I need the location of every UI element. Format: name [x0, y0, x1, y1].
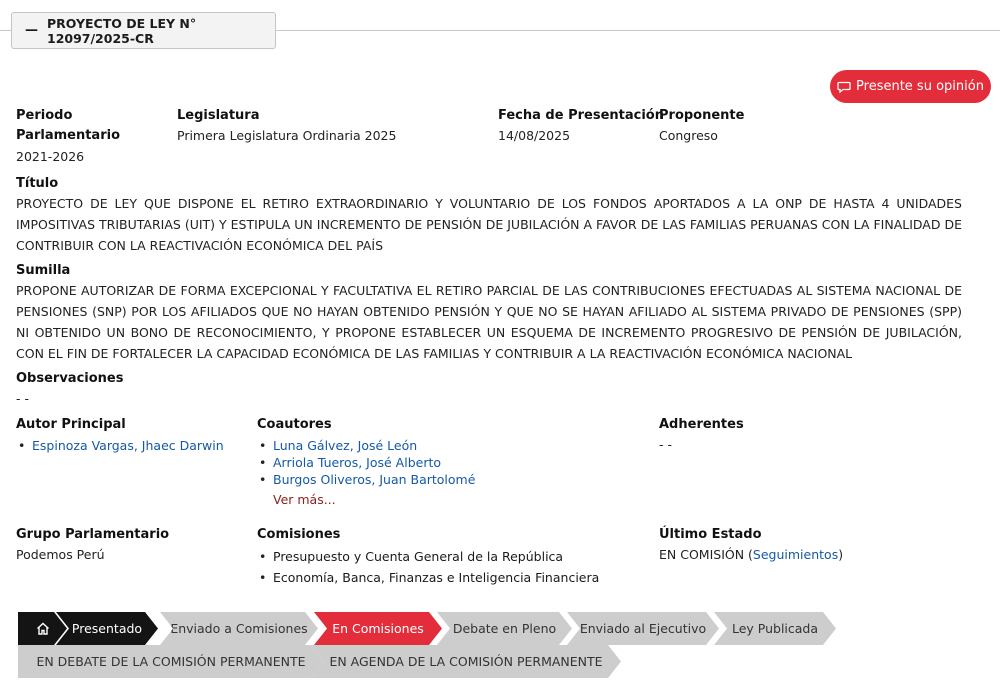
sumilla-text: PROPONE AUTORIZAR DE FORMA EXCEPCIONAL Y…	[16, 283, 962, 361]
step-enviado-comisiones[interactable]: Enviado a Comisiones	[160, 612, 318, 645]
opinion-button[interactable]: Presente su opinión	[830, 70, 991, 103]
periodo-label-2: Parlamentario	[16, 128, 120, 143]
bill-title: PROYECTO DE LEY N° 12097/2025-CR	[47, 15, 197, 46]
comisiones-list: Presupuesto y Cuenta General de la Repúb…	[257, 546, 599, 588]
coautores-label: Coautores	[257, 417, 332, 432]
step-en-comisiones[interactable]: En Comisiones	[314, 612, 442, 645]
opinion-button-label: Presente su opinión	[856, 79, 984, 94]
ver-mas-link[interactable]: Ver más...	[273, 492, 336, 507]
coautor-link[interactable]: Arriola Tueros, José Alberto	[257, 454, 475, 471]
autor-link[interactable]: Espinoza Vargas, Jhaec Darwin	[16, 437, 224, 454]
step-presentado[interactable]: Presentado	[56, 612, 158, 645]
chat-icon	[837, 80, 851, 94]
step-enviado-ejecutivo[interactable]: Enviado al Ejecutivo	[567, 612, 719, 645]
legislatura-label: Legislatura	[177, 108, 260, 123]
autor-label: Autor Principal	[16, 417, 126, 432]
periodo-value: 2021-2026	[16, 149, 85, 164]
fecha-value: 14/08/2025	[498, 128, 571, 143]
step-debate-comision-permanente[interactable]: EN DEBATE DE LA COMISIÓN PERMANENTE	[18, 645, 324, 678]
observaciones-label: Observaciones	[16, 371, 124, 386]
autor-list: Espinoza Vargas, Jhaec Darwin	[16, 437, 224, 454]
comisiones-label: Comisiones	[257, 527, 341, 542]
estado-text: EN COMISIÓN (	[659, 547, 753, 562]
observaciones-value: - -	[16, 391, 29, 406]
coautores-list: Luna Gálvez, José León Arriola Tueros, J…	[257, 437, 475, 488]
estado-label: Último Estado	[659, 527, 762, 542]
collapse-icon[interactable]: —	[25, 23, 38, 38]
titulo-label: Título	[16, 176, 59, 191]
estado-value: EN COMISIÓN (Seguimientos)	[659, 545, 843, 565]
grupo-value: Podemos Perú	[16, 547, 105, 562]
coautor-link[interactable]: Luna Gálvez, José León	[257, 437, 475, 454]
periodo-label: Periodo	[16, 108, 73, 123]
adherentes-value: - -	[659, 437, 672, 452]
proponente-value: Congreso	[659, 128, 718, 143]
step-debate-pleno[interactable]: Debate en Pleno	[437, 612, 572, 645]
comision-item: Presupuesto y Cuenta General de la Repúb…	[257, 546, 599, 567]
home-icon	[36, 622, 50, 635]
grupo-label: Grupo Parlamentario	[16, 527, 170, 542]
titulo-text: PROYECTO DE LEY QUE DISPONE EL RETIRO EX…	[16, 196, 962, 253]
proponente-label: Proponente	[659, 108, 745, 123]
estado-suffix: )	[838, 547, 844, 562]
sumilla-label: Sumilla	[16, 263, 71, 278]
coautor-link[interactable]: Burgos Oliveros, Juan Bartolomé	[257, 471, 475, 488]
step-agenda-comision-permanente[interactable]: EN AGENDA DE LA COMISIÓN PERMANENTE	[311, 645, 621, 678]
seguimientos-link[interactable]: Seguimientos	[753, 547, 838, 562]
bill-header-toggle[interactable]: — PROYECTO DE LEY N° 12097/2025-CR	[11, 12, 276, 49]
adherentes-label: Adherentes	[659, 417, 744, 432]
fecha-label: Fecha de Presentación	[498, 108, 664, 123]
step-home[interactable]	[18, 612, 67, 645]
comision-item: Economía, Banca, Finanzas e Inteligencia…	[257, 567, 599, 588]
step-ley-publicada[interactable]: Ley Publicada	[714, 612, 836, 645]
legislatura-value: Primera Legislatura Ordinaria 2025	[177, 128, 397, 143]
